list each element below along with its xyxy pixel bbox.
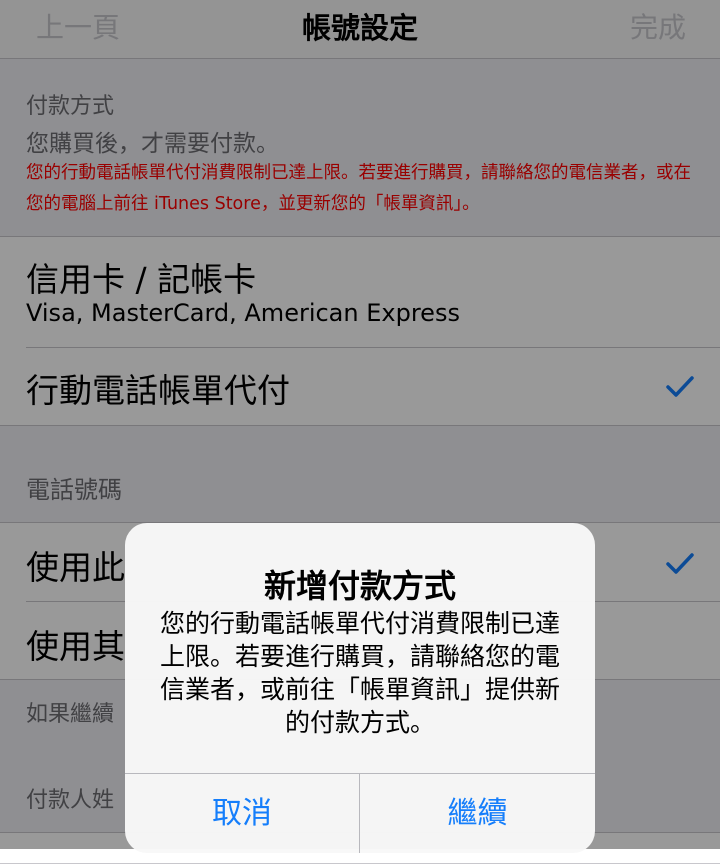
continue-button[interactable]: 繼續 (360, 774, 595, 853)
alert-message: 您的行動電話帳單代付消費限制已達上限。若要進行購買，請聯絡您的電信業者，或前往「… (159, 609, 560, 737)
add-payment-alert: 新增付款方式 您的行動電話帳單代付消費限制已達上限。若要進行購買，請聯絡您的電信… (125, 523, 595, 853)
cancel-button[interactable]: 取消 (125, 774, 359, 853)
alert-title: 新增付款方式 (263, 567, 456, 605)
